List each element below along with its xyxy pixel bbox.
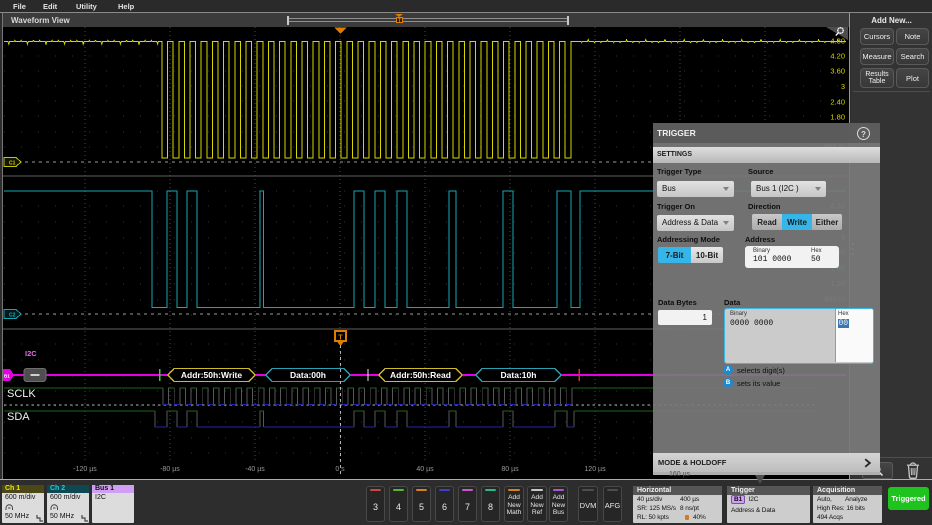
svg-text:Data:00h: Data:00h (290, 370, 326, 380)
svg-text:Addr:50h:Write: Addr:50h:Write (181, 370, 243, 380)
svg-text:2.40: 2.40 (830, 98, 845, 107)
svg-text:4.80: 4.80 (830, 37, 845, 46)
svg-text:-120 µs: -120 µs (73, 466, 97, 473)
svg-text:C1: C1 (9, 161, 16, 167)
svg-text:B1: B1 (4, 374, 10, 379)
svg-text:120 µs: 120 µs (584, 466, 606, 473)
svg-text:Data:10h: Data:10h (501, 370, 537, 380)
svg-text:Addr:50h:Read: Addr:50h:Read (390, 370, 451, 380)
svg-text:SCLK: SCLK (7, 388, 36, 400)
svg-text:4.20: 4.20 (830, 52, 845, 61)
svg-text:80 µs: 80 µs (501, 466, 519, 473)
svg-text:1.80: 1.80 (830, 113, 845, 122)
svg-text:40 µs: 40 µs (416, 466, 434, 473)
svg-text:-80 µs: -80 µs (160, 466, 180, 473)
svg-text:T: T (338, 335, 343, 342)
svg-text:3: 3 (841, 82, 845, 91)
svg-text:0 s: 0 s (335, 466, 345, 473)
svg-text:-40 µs: -40 µs (245, 466, 265, 473)
svg-text:C2: C2 (9, 313, 16, 319)
svg-text:3.60: 3.60 (830, 67, 845, 76)
svg-text:SDA: SDA (7, 411, 30, 423)
svg-text:I2C: I2C (25, 349, 37, 358)
